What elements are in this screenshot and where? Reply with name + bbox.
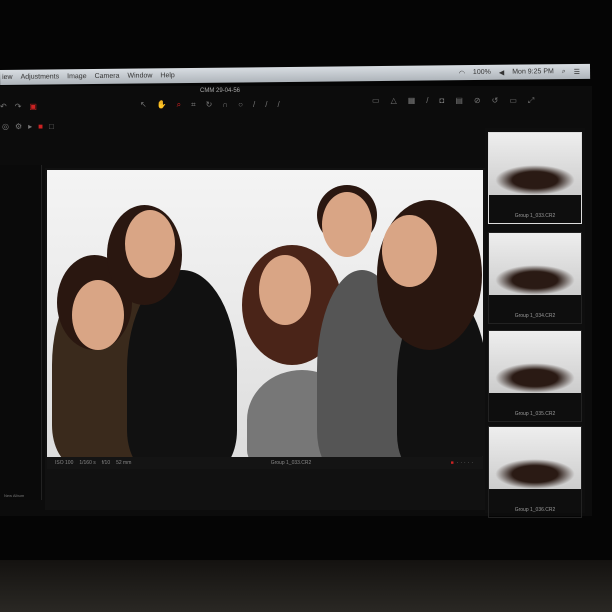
menu-window[interactable]: Window	[127, 72, 152, 79]
gear-icon[interactable]: ⚙	[15, 122, 22, 131]
play-icon[interactable]: ▸	[28, 122, 32, 131]
spotlight-icon[interactable]: ⌕	[562, 68, 566, 76]
view-icon[interactable]: ▭	[372, 96, 380, 106]
color-tag[interactable]: ■	[451, 460, 454, 466]
picker-tool-icon[interactable]: /	[265, 100, 267, 110]
aperture-value: f/10	[101, 460, 111, 466]
brush-tool-icon[interactable]: /	[253, 100, 255, 110]
clock[interactable]: Mon 9:25 PM	[512, 68, 554, 76]
pan-tool-icon[interactable]: ✋	[157, 100, 167, 110]
expand-icon[interactable]: ⤢	[528, 96, 534, 106]
tool-panel: New Album	[0, 165, 42, 500]
keystone-tool-icon[interactable]: ∩	[222, 100, 228, 110]
crop-tool-icon[interactable]: ⌗	[191, 100, 196, 110]
window-icon[interactable]: ▭	[509, 96, 517, 106]
cursor-toolbar: ↖ ✋ ⌕ ⌗ ↻ ∩ ○ / / /	[140, 100, 280, 110]
window-title: CMM 29-04-56	[200, 88, 241, 94]
volume-icon[interactable]: ◀	[499, 68, 504, 76]
menu-camera[interactable]: Camera	[95, 73, 120, 80]
thumbnail-image	[489, 233, 581, 295]
warning-icon[interactable]: △	[391, 96, 397, 106]
thumbnail-label: Group 1_035.CR2	[514, 411, 556, 417]
redo-icon[interactable]: ↷	[15, 102, 22, 111]
tool-tabs: ◎ ⚙ ▸ ■ □	[2, 122, 54, 131]
iso-value: ISO 100	[55, 460, 74, 466]
undo-toolbar: ↶ ↷ ▣	[0, 102, 37, 111]
thumbnail-label: Group 1_034.CR2	[514, 313, 556, 319]
reset-icon[interactable]: ▣	[29, 102, 37, 111]
cancel-icon[interactable]: ⊘	[474, 96, 481, 106]
thumbnail-image	[489, 427, 581, 489]
laptop-keyboard	[0, 560, 612, 612]
menu-view[interactable]: iew	[2, 74, 13, 81]
color-tab-icon[interactable]: ■	[38, 122, 43, 131]
image-info-bar: ISO 100 1/160 s f/10 52 mm Group 1_033.C…	[47, 457, 483, 469]
thumbnail[interactable]: Group 1_033.CR2	[488, 132, 582, 224]
rotate-tool-icon[interactable]: ↻	[206, 100, 213, 110]
thumbnail-image	[489, 133, 581, 195]
viewer-filename: Group 1_033.CR2	[270, 460, 312, 466]
print-icon[interactable]: ▤	[455, 96, 463, 106]
thumbnail[interactable]: Group 1_036.CR2	[488, 426, 582, 518]
thumbnail[interactable]: Group 1_034.CR2	[488, 232, 582, 324]
refresh-icon[interactable]: ↺	[492, 96, 499, 106]
menu-help[interactable]: Help	[160, 72, 174, 79]
battery-status[interactable]: 100%	[473, 68, 491, 76]
zoom-tool-icon[interactable]: ⌕	[177, 100, 181, 110]
viewer-bottom	[45, 470, 485, 510]
square-icon[interactable]: □	[49, 122, 54, 131]
wb-tool-icon[interactable]: /	[277, 100, 279, 110]
undo-icon[interactable]: ↶	[0, 102, 7, 111]
menu-adjustments[interactable]: Adjustments	[21, 73, 60, 80]
right-toolbar: ▭ △ ▦ / ◘ ▤ ⊘ ↺ ▭ ⤢	[372, 96, 534, 106]
thumbnail-label: Group 1_036.CR2	[514, 507, 556, 513]
photo-preview[interactable]	[47, 170, 483, 457]
browser-panel: Group 1_033.CR2 Group 1_034.CR2 Group 1_…	[485, 128, 585, 518]
thumbnail-label: Group 1_033.CR2	[514, 213, 556, 219]
menu-image[interactable]: Image	[67, 73, 87, 80]
picker-icon[interactable]: /	[426, 96, 428, 106]
focal-value: 52 mm	[116, 460, 132, 466]
thumbnail[interactable]: Group 1_035.CR2	[488, 330, 582, 422]
list-icon[interactable]: ☰	[574, 67, 580, 75]
settings-icon[interactable]: ◎	[2, 122, 9, 131]
pointer-tool-icon[interactable]: ↖	[140, 100, 147, 110]
camera-icon[interactable]: ◘	[440, 96, 445, 106]
album-dropdown[interactable]: New Album	[4, 493, 24, 498]
rating-stars[interactable]: ·····	[457, 460, 475, 466]
wifi-icon[interactable]: ◠	[459, 69, 465, 77]
spot-tool-icon[interactable]: ○	[238, 100, 243, 110]
menu-bar: iew Adjustments Image Camera Window Help…	[0, 63, 591, 85]
thumbnail-image	[489, 331, 581, 393]
shutter-value: 1/160 s	[79, 460, 96, 466]
grid-icon[interactable]: ▦	[408, 96, 416, 106]
